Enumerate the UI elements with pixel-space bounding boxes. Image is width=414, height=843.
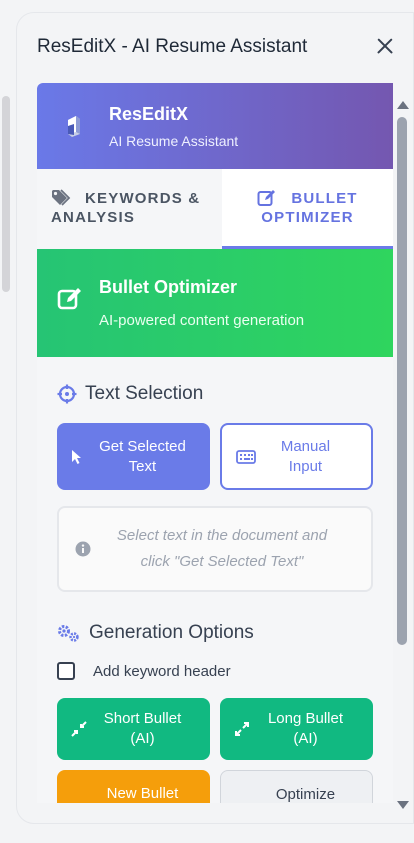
crosshairs-icon xyxy=(57,384,77,404)
hint-line-1: Select text in the document and xyxy=(116,527,328,544)
cogs-icon xyxy=(58,625,79,642)
generation-options-title: Generation Options xyxy=(89,622,254,643)
text-selection-heading: Text Selection xyxy=(57,383,373,405)
short-bullet-label-1: Short Bullet xyxy=(103,710,182,727)
compress-icon xyxy=(71,721,87,737)
manual-input-label-1: Manual xyxy=(280,437,331,455)
add-in-pane: ResEditX - AI Resume Assistant ResEditX … xyxy=(16,12,414,824)
tab-bar: KEYWORDS & ANALYSIS BULLET OPTIMIZER xyxy=(37,169,393,249)
magic-wand-icon xyxy=(235,801,251,803)
text-selection-section: Text Selection Get Selected Text Manual … xyxy=(37,383,393,592)
cursor-icon xyxy=(72,449,81,464)
manual-input-button[interactable]: Manual Input xyxy=(219,423,373,490)
new-bullet-label: New Bullet xyxy=(106,785,179,802)
brand-header: ResEditX AI Resume Assistant xyxy=(37,83,393,169)
optimize-label: Optimize xyxy=(275,786,336,803)
tab-keywords-label-1: KEYWORDS & xyxy=(85,189,201,207)
tab-bullet-label-1: BULLET xyxy=(291,189,358,207)
edit-icon xyxy=(57,288,81,310)
selection-buttons: Get Selected Text Manual Input xyxy=(57,423,373,490)
tab-bullet-optimizer[interactable]: BULLET OPTIMIZER xyxy=(222,169,393,249)
generation-buttons-row-2: New Bullet Optimize xyxy=(57,770,373,803)
outer-scrollbar[interactable] xyxy=(2,96,10,292)
selected-text-placeholder: Select text in the document and click "G… xyxy=(57,506,373,592)
keyword-header-label: Add keyword header xyxy=(93,662,231,680)
add-in-content: ResEditX AI Resume Assistant KEYWORDS & … xyxy=(37,83,393,803)
keyword-header-option: Add keyword header xyxy=(57,662,373,680)
scroll-up-icon[interactable] xyxy=(397,101,409,109)
logo-icon xyxy=(68,116,80,137)
banner-subtitle: AI-powered content generation xyxy=(99,312,305,329)
info-icon xyxy=(75,541,91,557)
keyword-header-checkbox[interactable] xyxy=(57,662,75,680)
pane-title: ResEditX - AI Resume Assistant xyxy=(37,36,308,57)
edit-icon xyxy=(257,190,276,206)
keyboard-icon xyxy=(235,449,256,464)
long-bullet-label-2: (AI) xyxy=(293,730,318,747)
text-selection-title: Text Selection xyxy=(85,383,204,404)
get-selected-label-1: Get Selected xyxy=(99,437,186,455)
pane-header: ResEditX - AI Resume Assistant xyxy=(17,13,413,81)
brand-name: ResEditX xyxy=(109,103,189,124)
long-bullet-button[interactable]: Long Bullet (AI) xyxy=(220,698,373,760)
brand-subtitle: AI Resume Assistant xyxy=(109,132,239,149)
new-bullet-button[interactable]: New Bullet xyxy=(57,770,210,803)
plus-icon xyxy=(71,802,85,803)
banner-title: Bullet Optimizer xyxy=(99,277,238,297)
bullet-optimizer-banner: Bullet Optimizer AI-powered content gene… xyxy=(37,249,393,357)
manual-input-label-2: Input xyxy=(288,457,323,475)
optimize-button[interactable]: Optimize xyxy=(219,770,373,803)
tab-bullet-label-2: OPTIMIZER xyxy=(261,209,354,226)
get-selected-label-2: Text xyxy=(128,457,157,475)
tags-icon xyxy=(52,189,71,206)
close-button[interactable] xyxy=(373,35,397,59)
tab-keywords-analysis[interactable]: KEYWORDS & ANALYSIS xyxy=(37,169,222,249)
expand-icon xyxy=(235,722,249,736)
hint-line-2: click "Get Selected Text" xyxy=(140,553,304,570)
get-selected-text-button[interactable]: Get Selected Text xyxy=(57,423,210,490)
short-bullet-button[interactable]: Short Bullet (AI) xyxy=(57,698,210,760)
tab-keywords-label-2: ANALYSIS xyxy=(51,208,136,226)
generation-options-section: Generation Options Add keyword header Sh… xyxy=(37,622,393,803)
scroll-down-icon[interactable] xyxy=(397,801,409,809)
generation-options-heading: Generation Options xyxy=(57,622,373,644)
generation-buttons-row-1: Short Bullet (AI) Long Bullet (AI) xyxy=(57,698,373,760)
scroll-thumb[interactable] xyxy=(397,117,407,645)
content-scrollbar[interactable] xyxy=(395,97,411,817)
short-bullet-label-2: (AI) xyxy=(130,730,155,747)
long-bullet-label-1: Long Bullet xyxy=(267,710,344,727)
